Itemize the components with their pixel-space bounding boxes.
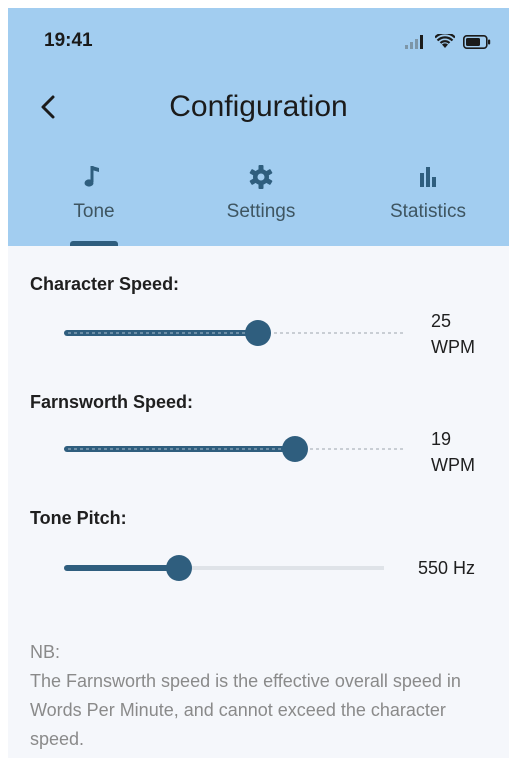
- tab-settings-label: Settings: [226, 201, 296, 222]
- note-text: The Farnsworth speed is the effective ov…: [30, 671, 461, 749]
- music-note-icon: [84, 166, 99, 187]
- tab-statistics-label: Statistics: [389, 201, 467, 222]
- status-icons: [405, 34, 491, 49]
- character-speed-label: Character Speed:: [30, 274, 180, 294]
- phone-screen: 19:41 Configuration Tone Settings Statis…: [8, 8, 509, 758]
- tone-settings: Character Speed: 25 WPM Farnsworth Speed…: [8, 246, 509, 758]
- page-title: Configuration: [169, 90, 348, 123]
- character-speed-slider[interactable]: [64, 318, 404, 348]
- note: NB: The Farnsworth speed is the effectiv…: [30, 638, 500, 754]
- farnsworth-speed-label: Farnsworth Speed:: [30, 392, 194, 412]
- slider-thumb[interactable]: [244, 320, 271, 346]
- tab-settings[interactable]: Settings: [191, 163, 331, 246]
- battery-icon: [463, 34, 491, 49]
- farnsworth-speed-value: 19 WPM: [431, 426, 475, 478]
- tone-pitch-slider[interactable]: [64, 553, 384, 583]
- farnsworth-speed-number: 19: [431, 429, 452, 449]
- tab-tone[interactable]: Tone: [24, 163, 164, 246]
- tone-pitch-value: 550 Hz: [418, 558, 476, 578]
- slider-thumb[interactable]: [282, 436, 309, 462]
- character-speed-value: 25 WPM: [431, 308, 475, 360]
- farnsworth-speed-unit: WPM: [431, 455, 475, 475]
- header: 19:41 Configuration Tone Settings Statis…: [8, 8, 509, 246]
- slider-fill: [64, 446, 296, 452]
- farnsworth-speed-slider[interactable]: [64, 434, 404, 464]
- tab-tone-label: Tone: [73, 201, 115, 222]
- status-time: 19:41: [44, 30, 93, 51]
- character-speed-unit: WPM: [431, 337, 475, 357]
- tone-pitch-label: Tone Pitch:: [30, 508, 127, 528]
- character-speed-number: 25: [431, 311, 452, 331]
- slider-fill: [64, 330, 258, 336]
- bar-chart-icon: [420, 167, 436, 187]
- tab-statistics[interactable]: Statistics: [358, 163, 498, 246]
- wifi-icon: [435, 34, 455, 48]
- tab-bar: Tone Settings Statistics: [8, 163, 509, 246]
- slider-fill: [64, 565, 180, 571]
- note-title: NB:: [30, 642, 61, 662]
- signal-icon: [405, 34, 423, 49]
- gear-icon: [249, 165, 273, 189]
- slider-thumb[interactable]: [166, 555, 193, 581]
